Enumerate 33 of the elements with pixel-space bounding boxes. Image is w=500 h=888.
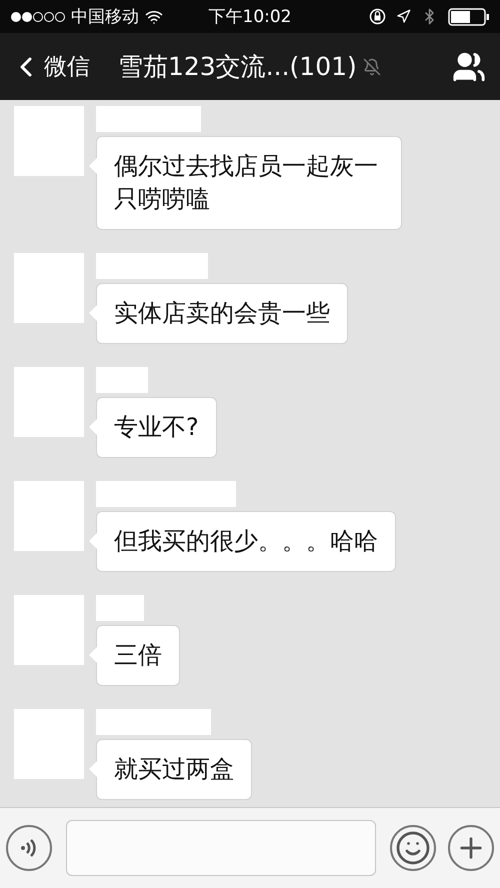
carrier-name: 中国移动 — [71, 6, 139, 28]
emoji-button[interactable] — [390, 825, 436, 871]
clock-time: 下午10:02 — [208, 6, 292, 28]
bubble-tail — [89, 305, 97, 321]
message-bubble: 偶尔过去找店员一起灰一只唠唠嗑 — [96, 136, 402, 230]
voice-button[interactable] — [6, 825, 52, 871]
message-input[interactable] — [66, 820, 376, 876]
bubble-tail — [89, 419, 97, 435]
avatar — [14, 106, 84, 176]
avatar — [14, 481, 84, 551]
hidden-sender-name — [96, 367, 148, 393]
hidden-sender-name — [96, 595, 144, 621]
bubble-tail — [89, 533, 97, 549]
message-bubble: 三倍 — [96, 625, 180, 686]
signal-icon — [10, 10, 65, 22]
chat-title: 雪茄123交流...(101) — [118, 51, 357, 83]
add-button[interactable] — [448, 825, 494, 871]
bubble-tail — [89, 647, 97, 663]
bubble-tail — [89, 761, 97, 777]
message-bubble: 就买过两盒 — [96, 739, 252, 800]
message-bubble: 但我买的很少。。。哈哈 — [96, 511, 396, 572]
rotation-lock-icon — [369, 8, 386, 25]
back-button[interactable]: 微信 — [10, 50, 90, 82]
battery-icon — [448, 8, 490, 26]
avatar — [14, 709, 84, 779]
smiley-icon — [395, 830, 431, 866]
message-bubble: 实体店卖的会贵一些 — [96, 283, 348, 344]
bubble-tail — [89, 158, 97, 174]
avatar — [14, 367, 84, 437]
location-arrow-icon — [396, 9, 411, 24]
message-bubble: 专业不? — [96, 397, 217, 458]
avatar — [14, 253, 84, 323]
avatar — [14, 595, 84, 665]
